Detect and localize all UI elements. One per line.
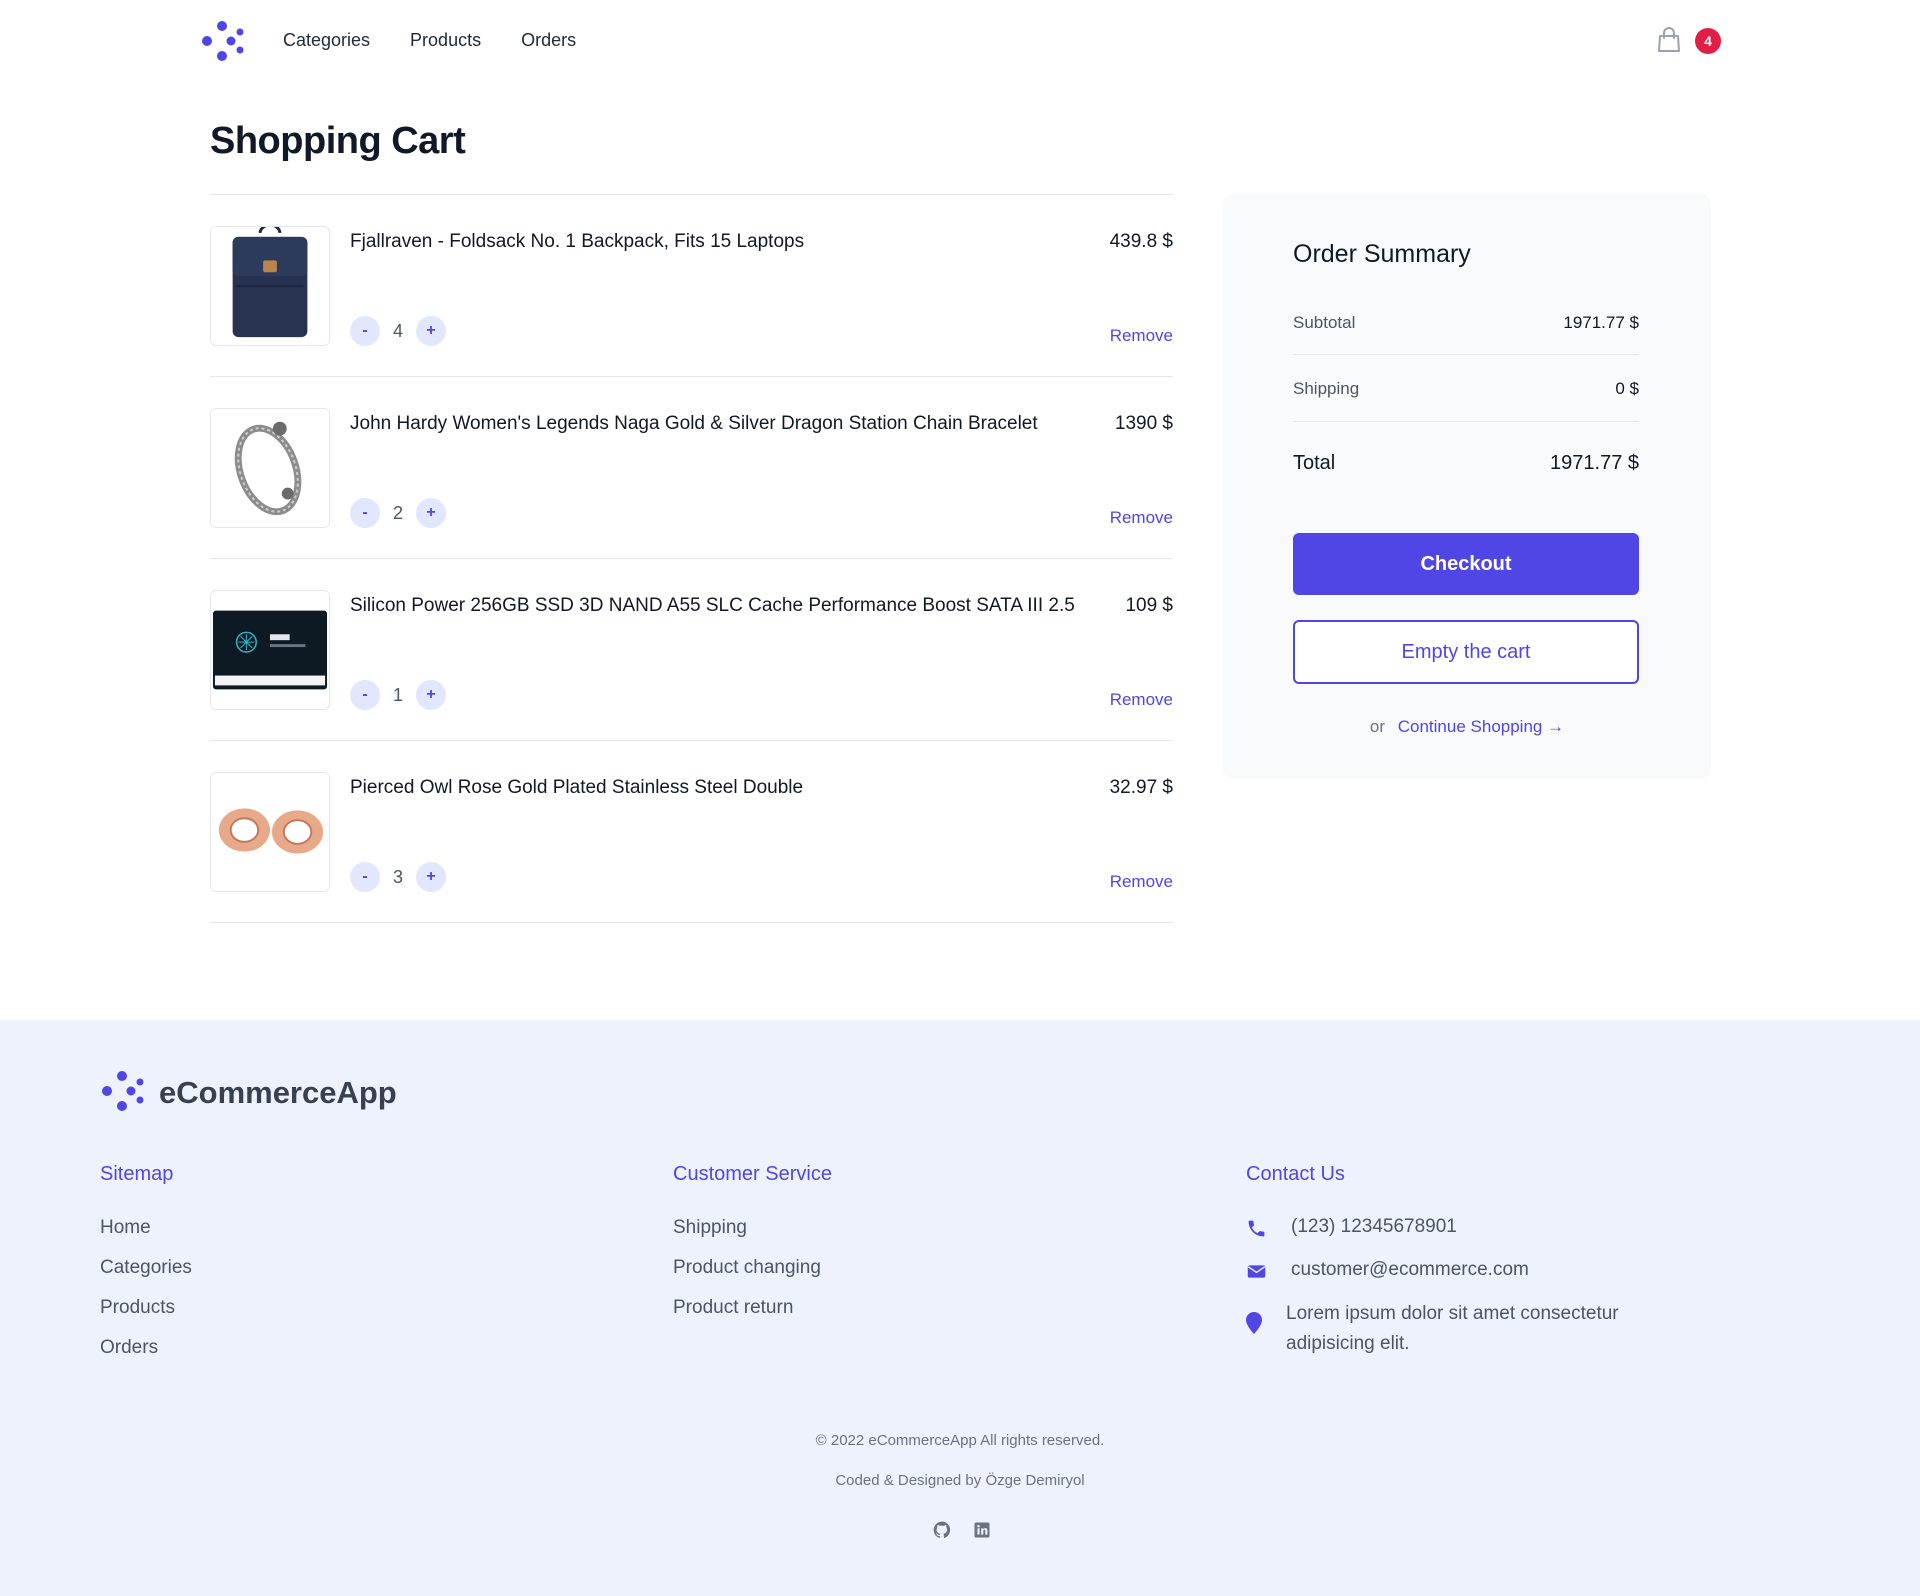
footer-logo-icon[interactable] — [100, 1070, 144, 1112]
footer-link-home[interactable]: Home — [100, 1216, 192, 1240]
quantity-value: 4 — [392, 320, 403, 341]
social-links — [932, 1520, 992, 1540]
quantity-stepper: - 1 + — [350, 680, 446, 710]
decrease-quantity-button[interactable]: - — [350, 680, 380, 710]
footer-link-orders[interactable]: Orders — [100, 1336, 192, 1360]
product-price: 1390 $ — [1114, 413, 1173, 434]
shipping-value: 0 $ — [1615, 379, 1639, 398]
contact-email[interactable]: customer@ecommerce.com — [1291, 1259, 1529, 1281]
increase-quantity-button[interactable]: + — [416, 498, 446, 528]
site-header: Categories Products Orders 4 — [0, 0, 1920, 84]
phone-icon — [1248, 1220, 1265, 1237]
product-image-earrings[interactable] — [210, 772, 330, 892]
cart-item: John Hardy Women's Legends Naga Gold & S… — [210, 377, 1173, 559]
remove-item-button[interactable]: Remove — [1110, 508, 1173, 528]
product-name[interactable]: Fjallraven - Foldsack No. 1 Backpack, Fi… — [350, 231, 804, 253]
continue-shopping-link[interactable]: Continue Shopping → — [1398, 717, 1564, 736]
cart-button[interactable]: 4 — [1655, 25, 1725, 55]
remove-item-button[interactable]: Remove — [1110, 690, 1173, 710]
product-name[interactable]: Silicon Power 256GB SSD 3D NAND A55 SLC … — [350, 595, 1075, 617]
copyright-text: © 2022 eCommerceApp All rights reserved. — [815, 1432, 1105, 1449]
nav-orders[interactable]: Orders — [521, 30, 576, 51]
contact-email-row: customer@ecommerce.com — [1246, 1259, 1646, 1282]
product-image-backpack[interactable] — [210, 226, 330, 346]
envelope-icon — [1247, 1265, 1266, 1278]
product-price: 439.8 $ — [1109, 231, 1173, 252]
summary-divider — [1293, 354, 1639, 355]
nav-products[interactable]: Products — [410, 30, 481, 51]
cart-item: Silicon Power 256GB SSD 3D NAND A55 SLC … — [210, 559, 1173, 741]
sitemap-heading: Sitemap — [100, 1163, 174, 1185]
quantity-value: 2 — [392, 502, 403, 523]
footer-link-shipping[interactable]: Shipping — [673, 1216, 832, 1240]
subtotal-label: Subtotal — [1293, 313, 1356, 332]
cart-item: Pierced Owl Rose Gold Plated Stainless S… — [210, 741, 1173, 923]
brand-logo-icon[interactable] — [200, 20, 244, 62]
quantity-stepper: - 4 + — [350, 316, 446, 346]
footer-contact: Contact Us (123) 12345678901 customer@ec… — [1246, 1163, 1646, 1379]
product-name[interactable]: Pierced Owl Rose Gold Plated Stainless S… — [350, 777, 803, 799]
footer-sitemap: Sitemap Home Categories Products Orders — [100, 1163, 192, 1376]
checkout-button[interactable]: Checkout — [1293, 533, 1639, 595]
quantity-value: 1 — [392, 684, 403, 705]
linkedin-icon[interactable] — [972, 1520, 992, 1540]
contact-heading: Contact Us — [1246, 1163, 1345, 1185]
site-footer: eCommerceApp Sitemap Home Categories Pro… — [0, 1020, 1920, 1596]
decrease-quantity-button[interactable]: - — [350, 862, 380, 892]
quantity-stepper: - 2 + — [350, 498, 446, 528]
summary-divider — [1293, 421, 1639, 422]
contact-phone-row: (123) 12345678901 — [1246, 1216, 1646, 1239]
product-price: 109 $ — [1125, 595, 1173, 616]
shipping-label: Shipping — [1293, 379, 1360, 398]
subtotal-row: Subtotal 1971.77 $ — [1293, 313, 1639, 333]
credits-text: Coded & Designed by Özge Demiryol — [835, 1472, 1085, 1489]
product-image-ssd[interactable] — [210, 590, 330, 710]
product-price: 32.97 $ — [1109, 777, 1173, 798]
order-summary-title: Order Summary — [1293, 240, 1471, 268]
increase-quantity-button[interactable]: + — [416, 862, 446, 892]
footer-link-product-return[interactable]: Product return — [673, 1296, 832, 1320]
contact-phone[interactable]: (123) 12345678901 — [1291, 1216, 1457, 1238]
total-row: Total 1971.77 $ — [1293, 452, 1639, 475]
cart-item-list: Fjallraven - Foldsack No. 1 Backpack, Fi… — [210, 194, 1173, 923]
cart-item: Fjallraven - Foldsack No. 1 Backpack, Fi… — [210, 195, 1173, 377]
github-icon[interactable] — [932, 1520, 952, 1540]
nav-categories[interactable]: Categories — [283, 30, 370, 51]
total-label: Total — [1293, 452, 1336, 474]
continue-shopping-row: or Continue Shopping → — [1223, 717, 1711, 737]
footer-customer-service: Customer Service Shipping Product changi… — [673, 1163, 832, 1336]
location-pin-icon — [1246, 1312, 1262, 1334]
cart-count-badge: 4 — [1695, 28, 1721, 54]
main-nav: Categories Products Orders — [283, 30, 576, 51]
quantity-stepper: - 3 + — [350, 862, 446, 892]
subtotal-value: 1971.77 $ — [1563, 313, 1639, 332]
footer-brand-name: eCommerceApp — [159, 1075, 397, 1110]
order-summary-panel: Order Summary Subtotal 1971.77 $ Shippin… — [1223, 194, 1711, 779]
total-value: 1971.77 $ — [1550, 452, 1639, 474]
contact-address: Lorem ipsum dolor sit amet consectetur a… — [1286, 1303, 1619, 1354]
shopping-bag-icon — [1658, 27, 1680, 52]
decrease-quantity-button[interactable]: - — [350, 316, 380, 346]
footer-link-products[interactable]: Products — [100, 1296, 192, 1320]
quantity-value: 3 — [392, 866, 403, 887]
contact-address-row: Lorem ipsum dolor sit amet consectetur a… — [1246, 1302, 1646, 1359]
shipping-row: Shipping 0 $ — [1293, 379, 1639, 399]
product-name[interactable]: John Hardy Women's Legends Naga Gold & S… — [350, 413, 1038, 435]
increase-quantity-button[interactable]: + — [416, 316, 446, 346]
footer-link-product-changing[interactable]: Product changing — [673, 1256, 832, 1280]
or-text: or — [1369, 717, 1386, 736]
footer-link-categories[interactable]: Categories — [100, 1256, 192, 1280]
decrease-quantity-button[interactable]: - — [350, 498, 380, 528]
remove-item-button[interactable]: Remove — [1110, 872, 1173, 892]
increase-quantity-button[interactable]: + — [416, 680, 446, 710]
remove-item-button[interactable]: Remove — [1110, 326, 1173, 346]
customer-service-heading: Customer Service — [673, 1163, 832, 1185]
page-title: Shopping Cart — [210, 120, 466, 162]
empty-cart-button[interactable]: Empty the cart — [1293, 620, 1639, 684]
product-image-bracelet[interactable] — [210, 408, 330, 528]
